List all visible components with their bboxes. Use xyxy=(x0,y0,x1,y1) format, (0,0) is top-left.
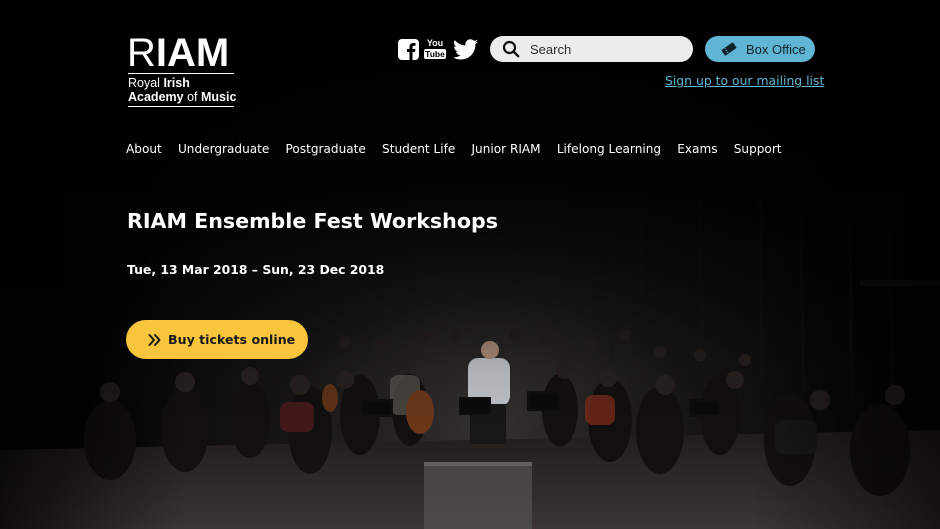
logo-wordmark-r: R xyxy=(127,31,156,75)
twitter-icon xyxy=(452,38,478,59)
box-office-button[interactable]: Box Office xyxy=(705,36,815,62)
facebook-link[interactable] xyxy=(397,37,419,61)
nav-item-exams[interactable]: Exams xyxy=(677,142,717,156)
event-dates: Tue, 13 Mar 2018 – Sun, 23 Dec 2018 xyxy=(127,262,385,277)
ticket-icon xyxy=(721,42,737,56)
logo-line-1-bold: Irish xyxy=(163,76,190,90)
logo-line-2-bold: Academy xyxy=(128,89,188,104)
nav-item-undergraduate[interactable]: Undergraduate xyxy=(178,142,269,156)
logo-line-1: Royal Irish xyxy=(127,76,237,91)
search-input[interactable] xyxy=(530,41,680,57)
twitter-link[interactable] xyxy=(452,37,478,61)
logo-line-2-bold2: Music xyxy=(200,89,237,104)
nav-item-junior-riam[interactable]: Junior RIAM xyxy=(471,142,540,156)
nav-item-lifelong-learning[interactable]: Lifelong Learning xyxy=(557,142,661,156)
search-box[interactable] xyxy=(490,36,693,62)
nav-item-student-life[interactable]: Student Life xyxy=(382,142,455,156)
nav-item-about[interactable]: About xyxy=(126,142,162,156)
logo-wordmark: RIAM xyxy=(127,31,237,75)
logo-line-2: Academy of Music xyxy=(127,89,237,105)
nav-item-support[interactable]: Support xyxy=(734,142,782,156)
main-nav: About Undergraduate Postgraduate Student… xyxy=(126,142,798,156)
riam-logo[interactable]: RIAM Royal Irish Academy of Music xyxy=(127,31,237,107)
mailing-list-link[interactable]: Sign up to our mailing list xyxy=(665,73,824,88)
logo-line-1-light: Royal xyxy=(128,76,164,90)
box-office-label: Box Office xyxy=(746,41,806,57)
youtube-icon-text-top: You xyxy=(426,38,444,48)
youtube-link[interactable]: You Tube xyxy=(424,37,446,61)
logo-line-2-light: of xyxy=(187,89,201,104)
search-icon xyxy=(502,40,520,58)
logo-rule-bottom xyxy=(128,106,234,107)
event-title: RIAM Ensemble Fest Workshops xyxy=(127,209,498,233)
buy-tickets-label: Buy tickets online xyxy=(168,332,296,347)
buy-tickets-button[interactable]: Buy tickets online xyxy=(126,320,308,359)
youtube-icon: You Tube xyxy=(424,39,446,59)
facebook-icon xyxy=(397,38,419,60)
double-chevron-right-icon xyxy=(148,333,161,346)
logo-wordmark-iam: IAM xyxy=(155,31,230,75)
nav-item-postgraduate[interactable]: Postgraduate xyxy=(286,142,366,156)
youtube-icon-text-bottom: Tube xyxy=(424,49,446,59)
